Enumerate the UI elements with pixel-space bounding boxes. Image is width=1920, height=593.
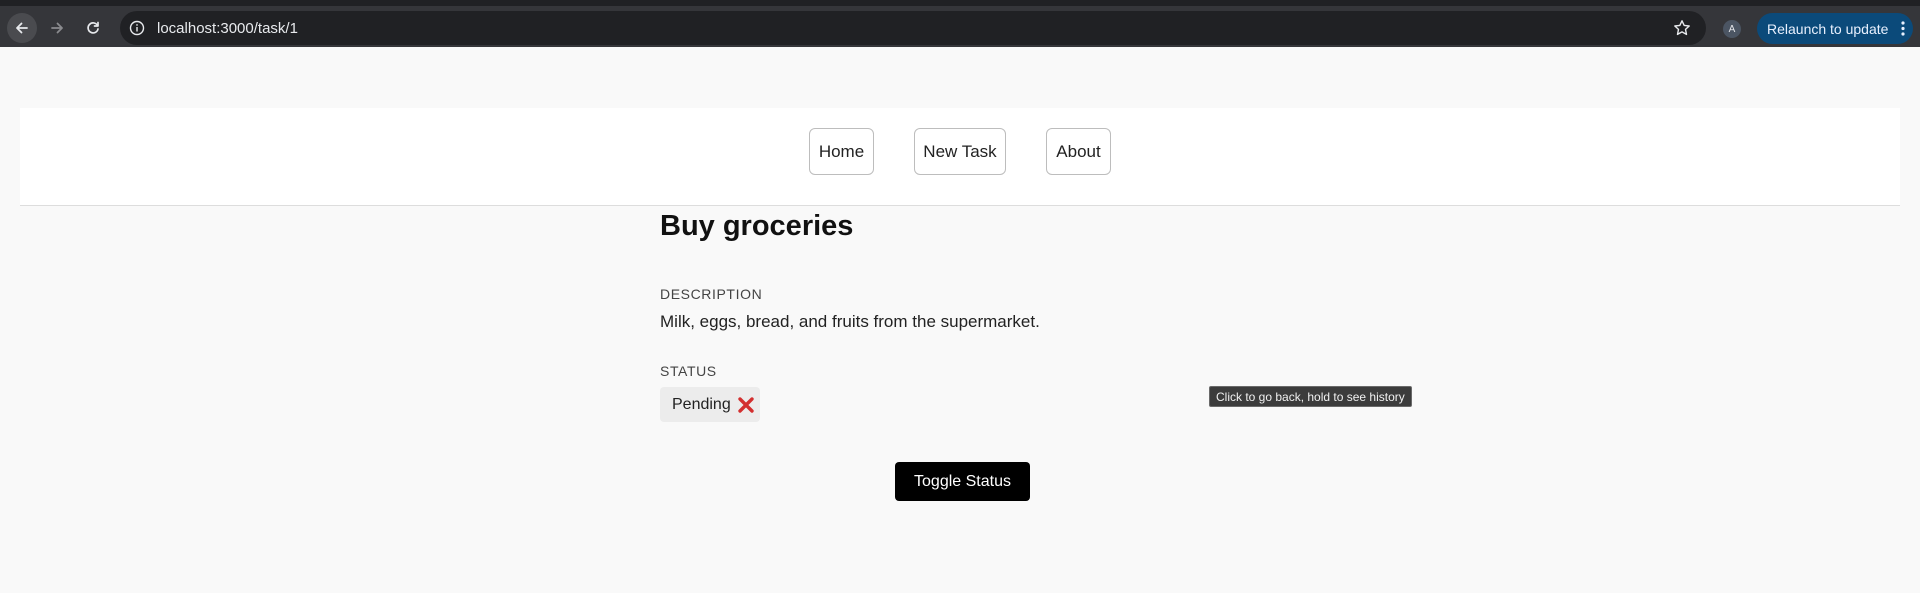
forward-button[interactable] (42, 13, 72, 43)
nav-new-task-button[interactable]: New Task (914, 128, 1006, 175)
relaunch-label: Relaunch to update (1767, 20, 1889, 37)
reload-icon (87, 21, 99, 34)
more-menu-icon (1901, 21, 1905, 36)
description-label: DESCRIPTION (660, 286, 763, 302)
arrow-right-icon (51, 22, 63, 34)
back-button-tooltip: Click to go back, hold to see history (1209, 386, 1412, 407)
url-text[interactable]: localhost:3000/task/1 (157, 20, 298, 37)
nav-home-button[interactable]: Home (809, 128, 874, 175)
task-description: Milk, eggs, bread, and fruits from the s… (660, 312, 1040, 331)
status-badge: Pending (660, 387, 760, 422)
profile-avatar[interactable]: A (1723, 20, 1741, 38)
nav-about-button[interactable]: About (1046, 128, 1111, 175)
task-title: Buy groceries (660, 210, 854, 242)
arrow-left-icon (16, 22, 28, 34)
back-button[interactable] (7, 13, 37, 43)
status-text: Pending (672, 395, 731, 413)
cross-mark-icon (738, 396, 754, 413)
relaunch-button[interactable]: Relaunch to update (1757, 13, 1913, 44)
status-label: STATUS (660, 363, 717, 379)
address-bar[interactable]: localhost:3000/task/1 (120, 11, 1706, 45)
site-info-icon[interactable] (128, 19, 146, 37)
toggle-status-button[interactable]: Toggle Status (895, 462, 1030, 501)
browser-toolbar: localhost:3000/task/1 A Relaunch to upda… (0, 6, 1920, 47)
reload-button[interactable] (78, 13, 108, 43)
site-navbar: Home New Task About (20, 108, 1900, 206)
bookmark-star-icon[interactable] (1672, 18, 1692, 38)
